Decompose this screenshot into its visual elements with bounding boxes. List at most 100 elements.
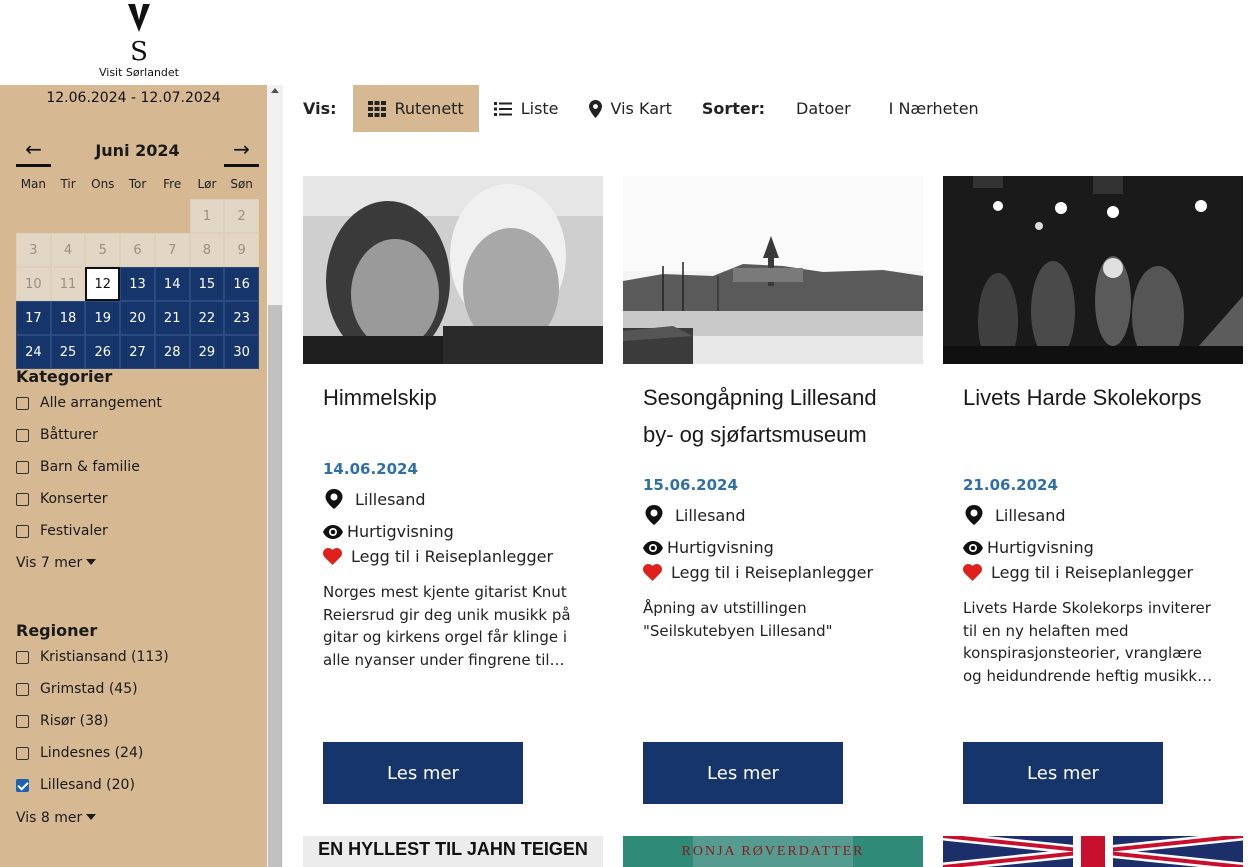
weekday-label: Man [20,177,46,191]
event-image[interactable] [303,176,603,364]
sort-dates-button[interactable]: Datoer [781,85,866,132]
checkbox[interactable] [16,714,29,728]
location-pin-icon [325,489,343,509]
region-option[interactable]: Kristiansand (113) [16,641,256,673]
calendar-day[interactable]: 19 [85,301,121,335]
category-option[interactable]: Båtturer [16,419,256,451]
calendar-day[interactable]: 13 [120,267,155,301]
region-option[interactable]: Risør (38) [16,705,256,737]
calendar-day[interactable]: 18 [50,301,86,335]
checkbox[interactable] [16,492,29,506]
quick-view-link[interactable]: Hurtigvisning [303,522,603,541]
region-option[interactable]: Grimstad (45) [16,673,256,705]
quick-view-label: Hurtigvisning [987,538,1094,557]
read-more-button[interactable]: Les mer [963,742,1163,804]
calendar-day[interactable]: 24 [16,335,51,369]
checkbox[interactable] [16,650,29,664]
grid-view-button[interactable]: Rutenett [352,85,479,132]
checkbox[interactable] [16,428,29,442]
scroll-up-icon[interactable] [271,88,279,93]
scrollbar-thumb[interactable] [268,305,282,867]
region-label: Kristiansand (113) [40,649,169,665]
quick-view-link[interactable]: Hurtigvisning [943,538,1243,557]
quick-view-label: Hurtigvisning [667,538,774,557]
show-more-categories[interactable]: Vis 7 mer [16,555,97,571]
checkbox[interactable] [16,524,29,538]
event-photo-icon [943,176,1243,364]
calendar-day[interactable]: 27 [120,335,155,369]
next-month-button[interactable]: → [224,137,259,167]
weekday-label: Ons [91,177,115,191]
site-logo[interactable]: S Visit Sørlandet [96,0,182,85]
event-title[interactable]: Himmelskip [303,364,603,454]
calendar-day[interactable]: 25 [50,335,86,369]
read-more-button[interactable]: Les mer [323,742,523,804]
categories-list: Alle arrangement Båtturer Barn & familie… [16,387,256,547]
category-option[interactable]: Alle arrangement [16,387,256,419]
region-option[interactable]: Lillesand (20) [16,769,256,801]
map-view-button[interactable]: Vis Kart [574,85,687,132]
checkbox[interactable] [16,396,29,410]
calendar-day[interactable]: 16 [224,267,259,301]
sidebar-scrollbar[interactable] [267,85,283,867]
calendar-day[interactable]: 30 [224,335,259,369]
event-description: Livets Harde Skolekorps inviterer til en… [963,599,1213,685]
regions-list: Kristiansand (113) Grimstad (45) Risør (… [16,641,256,801]
calendar-day[interactable]: 28 [154,335,190,369]
calendar-day[interactable]: 26 [85,335,121,369]
event-location: Lillesand [943,504,1243,526]
event-title[interactable]: Sesongåpning Lillesand by- og sjøfartsmu… [623,364,923,454]
event-card: RONJA RØVERDATTER [623,836,923,867]
banner-text: RONJA RØVERDATTER [682,844,865,859]
category-option[interactable]: Barn & familie [16,451,256,483]
sort-nearby-button[interactable]: I Nærheten [874,85,994,132]
add-to-planner-link[interactable]: Legg til i Reiseplanlegger [623,563,923,582]
region-label: Risør (38) [40,713,109,729]
read-more-button[interactable]: Les mer [643,742,843,804]
region-label: Lindesnes (24) [40,745,144,761]
heart-icon [963,564,982,581]
checkbox[interactable] [16,682,29,696]
category-option[interactable]: Konserter [16,483,256,515]
checkbox[interactable] [16,746,29,760]
heart-icon [323,548,342,565]
grid-icon [367,100,386,117]
event-date: 14.06.2024 [323,460,418,478]
region-option[interactable]: Lindesnes (24) [16,737,256,769]
show-more-regions[interactable]: Vis 8 mer [16,810,97,826]
event-image[interactable] [943,176,1243,364]
event-image[interactable]: EN HYLLEST TIL JAHN TEIGEN [303,836,603,867]
calendar-day[interactable]: 22 [189,301,225,335]
eye-icon [963,540,983,555]
calendar-day[interactable]: 17 [16,301,51,335]
calendar-day: 3 [16,233,51,267]
calendar-day[interactable]: 29 [189,335,225,369]
calendar-day[interactable]: 14 [154,267,190,301]
event-image[interactable] [943,836,1243,867]
calendar-day[interactable]: 20 [120,301,155,335]
calendar-weekdays: Man Tir Ons Tor Fre Lør Søn [16,177,259,191]
calendar-day[interactable]: 21 [154,301,190,335]
event-date: 21.06.2024 [963,476,1058,494]
event-image[interactable]: RONJA RØVERDATTER [623,836,923,867]
grid-view-label: Rutenett [394,99,464,118]
add-to-planner-link[interactable]: Legg til i Reiseplanlegger [943,563,1243,582]
checkbox[interactable] [16,460,29,474]
event-image[interactable] [623,176,923,364]
list-view-button[interactable]: Liste [479,85,574,132]
calendar-day[interactable]: 15 [189,267,225,301]
calendar-day: 5 [85,233,121,267]
checkbox-checked[interactable] [16,778,29,792]
event-title[interactable]: Livets Harde Skolekorps [943,364,1243,454]
location-pin-icon [965,505,983,525]
list-icon [493,101,512,116]
category-option[interactable]: Festivaler [16,515,256,547]
event-location: Lillesand [623,504,923,526]
prev-month-button[interactable]: ← [16,137,51,167]
caret-down-icon [86,559,97,565]
add-to-planner-link[interactable]: Legg til i Reiseplanlegger [303,547,603,566]
quick-view-link[interactable]: Hurtigvisning [623,538,923,557]
calendar-day: 1 [189,199,225,233]
calendar-day-selected[interactable]: 12 [85,267,121,301]
calendar-day[interactable]: 23 [224,301,259,335]
